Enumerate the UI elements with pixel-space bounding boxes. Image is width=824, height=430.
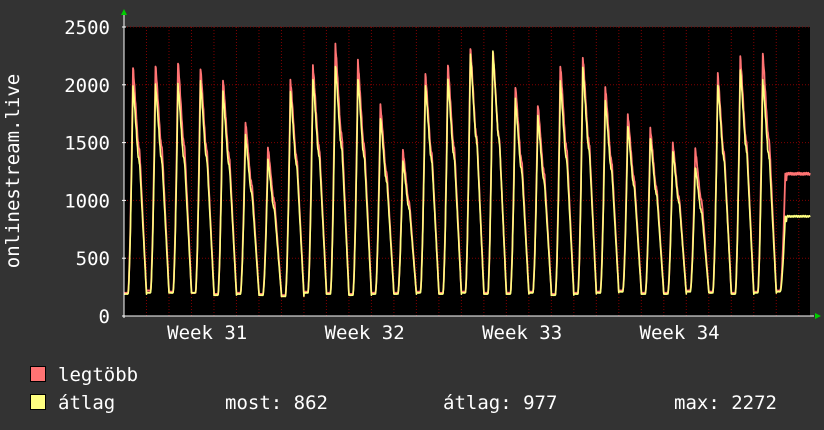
stat-now: most: 862: [225, 392, 328, 414]
y-axis-label: onlinestream.live: [2, 74, 24, 268]
y-tick-label: 500: [76, 248, 110, 270]
legend-swatch-avg: [30, 394, 46, 410]
legend-entry-avg: átlag: [30, 392, 115, 414]
y-axis-arrow: [121, 9, 127, 15]
x-tick-label: Week 31: [167, 322, 247, 344]
y-tick-label: 0: [99, 306, 110, 328]
stat-max: max: 2272: [674, 392, 777, 414]
x-tick-label: Week 32: [325, 322, 405, 344]
x-tick-label: Week 34: [640, 322, 720, 344]
x-tick-label: Week 33: [482, 322, 562, 344]
legend-swatch-max: [30, 366, 46, 382]
legend-entry-max: legtöbb: [30, 364, 138, 386]
y-tick-label: 1000: [64, 190, 110, 212]
y-tick-label: 2000: [64, 75, 110, 97]
x-axis-arrow: [815, 313, 821, 319]
stat-average: átlag: 977: [443, 392, 558, 414]
y-tick-label: 1500: [64, 133, 110, 155]
y-tick-label: 2500: [64, 17, 110, 39]
legend-label-max: legtöbb: [58, 364, 139, 386]
legend-label-avg: átlag: [58, 392, 116, 414]
